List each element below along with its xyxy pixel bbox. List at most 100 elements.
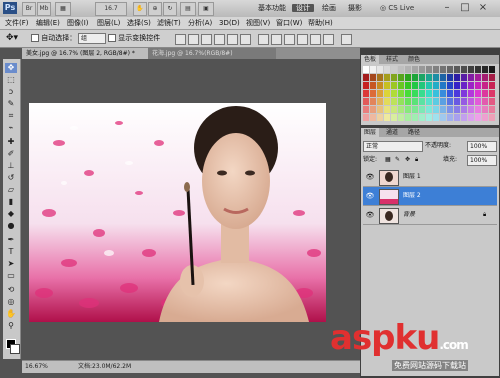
menu-analysis[interactable]: 分析(A) (188, 17, 212, 29)
auto-select-dropdown[interactable]: 组 (78, 33, 106, 44)
blend-mode-dropdown[interactable]: 正常 (363, 141, 423, 152)
visibility-eye-icon[interactable]: 👁︎ (365, 210, 375, 220)
menu-file[interactable]: 文件(F) (5, 17, 29, 29)
color-swatch[interactable] (405, 74, 411, 81)
tab-layers[interactable]: 图层 (361, 128, 380, 137)
color-swatch[interactable] (405, 98, 411, 105)
minimize-icon[interactable]: – (440, 1, 454, 15)
gradient-tool-icon[interactable]: ▮ (5, 197, 17, 207)
color-swatch[interactable] (405, 106, 411, 113)
workspace-painting[interactable]: 绘画 (322, 3, 336, 14)
color-swatch[interactable] (391, 90, 397, 97)
color-swatch[interactable] (454, 98, 460, 105)
color-swatch[interactable] (398, 74, 404, 81)
history-brush-tool-icon[interactable]: ↺ (5, 173, 17, 183)
color-swatch[interactable] (426, 98, 432, 105)
color-swatch[interactable] (363, 114, 369, 121)
color-swatch[interactable] (377, 90, 383, 97)
color-swatch[interactable] (461, 90, 467, 97)
menu-layer[interactable]: 图层(L) (97, 17, 120, 29)
fill-field[interactable]: 100% (467, 155, 497, 166)
color-swatch[interactable] (391, 98, 397, 105)
menu-view[interactable]: 视图(V) (246, 17, 270, 29)
color-swatch[interactable] (433, 114, 439, 121)
zoom-tool-button[interactable]: ⊕ (148, 2, 162, 16)
distribute-right-icon[interactable] (323, 34, 334, 45)
menu-edit[interactable]: 编辑(E) (36, 17, 60, 29)
color-swatch[interactable] (398, 98, 404, 105)
color-swatch[interactable] (398, 106, 404, 113)
align-left-icon[interactable] (214, 34, 225, 45)
color-swatch[interactable] (405, 114, 411, 121)
color-swatch[interactable] (377, 106, 383, 113)
tab-channels[interactable]: 通道 (383, 128, 401, 137)
quick-select-tool-icon[interactable]: ✎ (5, 99, 17, 109)
blur-tool-icon[interactable]: ◆ (5, 209, 17, 219)
color-swatch[interactable] (475, 66, 481, 73)
menu-filter[interactable]: 滤镜(T) (157, 17, 181, 29)
color-swatch[interactable] (426, 82, 432, 89)
tab-color[interactable]: 颜色 (405, 55, 423, 64)
dodge-tool-icon[interactable]: ● (5, 221, 17, 231)
auto-align-icon[interactable] (341, 34, 352, 45)
color-swatch[interactable] (475, 98, 481, 105)
lock-pixels-icon[interactable]: ✎ (395, 154, 400, 165)
color-swatch[interactable] (377, 82, 383, 89)
color-swatch[interactable] (419, 106, 425, 113)
color-swatch[interactable] (370, 98, 376, 105)
color-swatch[interactable] (419, 82, 425, 89)
color-swatch[interactable] (363, 90, 369, 97)
align-vcenter-icon[interactable] (188, 34, 199, 45)
color-swatch[interactable] (412, 66, 418, 73)
tab-styles[interactable]: 样式 (383, 55, 401, 64)
workspace-essentials[interactable]: 基本功能 (258, 3, 286, 14)
color-swatch[interactable] (440, 66, 446, 73)
clone-stamp-tool-icon[interactable]: ⊥ (5, 161, 17, 171)
3d-rotate-tool-icon[interactable]: ⟲ (5, 285, 17, 295)
color-swatch[interactable] (447, 98, 453, 105)
color-swatch[interactable] (398, 82, 404, 89)
tab-beauty-jpg[interactable]: 美女.jpg @ 16.7% (图层 2, RGB/8#) * (22, 48, 150, 59)
color-swatch[interactable] (412, 90, 418, 97)
align-hcenter-icon[interactable] (227, 34, 238, 45)
color-swatch[interactable] (419, 74, 425, 81)
color-swatch[interactable] (433, 82, 439, 89)
show-transform-checkbox[interactable] (108, 34, 116, 42)
color-swatch[interactable] (482, 106, 488, 113)
tab-flowers-jpg[interactable]: 花海.jpg @ 16.7%(RGB/8#) (148, 48, 276, 59)
color-swatch[interactable] (468, 106, 474, 113)
color-swatch[interactable] (475, 74, 481, 81)
color-swatch[interactable] (440, 98, 446, 105)
color-swatch[interactable] (440, 106, 446, 113)
menu-image[interactable]: 图像(I) (67, 17, 89, 29)
color-swatch[interactable] (440, 82, 446, 89)
close-icon[interactable]: × (476, 1, 490, 15)
color-swatch[interactable] (384, 74, 390, 81)
move-tool-preset-icon[interactable]: ✥▾ (6, 33, 24, 44)
color-swatch[interactable] (412, 74, 418, 81)
cs-live-button[interactable]: ◎ CS Live (380, 3, 414, 14)
color-swatch[interactable] (377, 66, 383, 73)
color-swatch[interactable] (384, 82, 390, 89)
layer-row-background[interactable]: 👁︎ 背景 🔒︎ (363, 206, 497, 225)
color-swatch[interactable] (419, 114, 425, 121)
color-swatch[interactable] (370, 114, 376, 121)
color-swatch[interactable] (391, 66, 397, 73)
menu-select[interactable]: 选择(S) (127, 17, 151, 29)
rotate-view-button[interactable]: ↻ (163, 2, 177, 16)
color-swatch[interactable] (391, 106, 397, 113)
color-swatch[interactable] (412, 98, 418, 105)
color-swatch[interactable] (405, 82, 411, 89)
color-swatch[interactable] (426, 106, 432, 113)
type-tool-icon[interactable]: T (5, 247, 17, 257)
layer-row-2[interactable]: 👁︎ 图层 2 (363, 187, 497, 206)
color-swatch[interactable] (489, 98, 495, 105)
brush-tool-icon[interactable]: ✐ (5, 149, 17, 159)
color-swatch[interactable] (419, 98, 425, 105)
color-swatch[interactable] (398, 114, 404, 121)
color-swatch[interactable] (454, 66, 460, 73)
align-bottom-icon[interactable] (201, 34, 212, 45)
color-swatch[interactable] (482, 114, 488, 121)
color-swatch[interactable] (426, 74, 432, 81)
color-swatch[interactable] (447, 90, 453, 97)
